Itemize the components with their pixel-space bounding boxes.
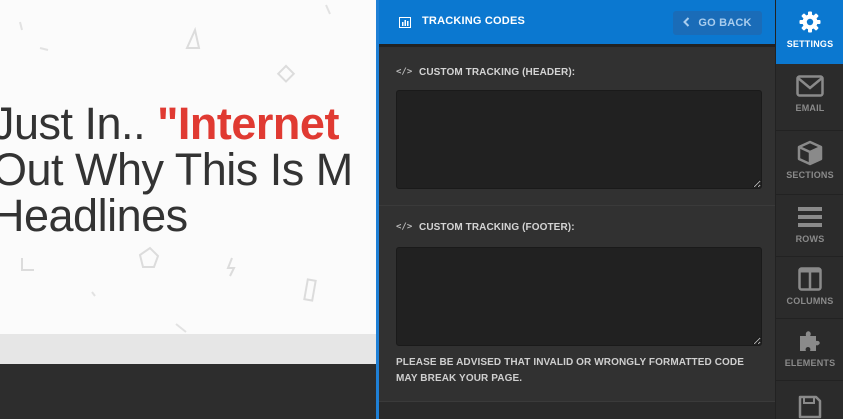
rows-icon bbox=[795, 204, 825, 230]
puzzle-icon bbox=[795, 328, 825, 354]
rail-item-columns[interactable]: COLUMNS bbox=[776, 257, 843, 319]
rail-label: SECTIONS bbox=[786, 170, 834, 180]
code-icon: </> bbox=[396, 222, 413, 232]
columns-icon bbox=[795, 266, 825, 292]
builder-rail: SETTINGS EMAIL SECTIONS ROWS COLUMNS ELE… bbox=[775, 0, 843, 419]
rail-item-settings[interactable]: SETTINGS bbox=[776, 0, 843, 64]
rail-label: COLUMNS bbox=[786, 296, 834, 306]
header-tracking-textarea[interactable] bbox=[396, 90, 762, 189]
chart-icon bbox=[399, 15, 411, 33]
rail-item-rows[interactable]: ROWS bbox=[776, 195, 843, 257]
panel-footer bbox=[379, 401, 775, 419]
headline-highlight: "Internet bbox=[157, 98, 339, 149]
code-icon: </> bbox=[396, 67, 413, 77]
rail-item-elements[interactable]: ELEMENTS bbox=[776, 319, 843, 381]
envelope-icon bbox=[795, 73, 825, 99]
cube-icon bbox=[795, 140, 825, 166]
rail-item-save[interactable] bbox=[776, 381, 843, 419]
panel-header: TRACKING CODES GO BACK bbox=[379, 0, 775, 44]
canvas-divider-strip bbox=[0, 334, 376, 364]
page-canvas[interactable]: Just In.. "Internet Out Why This Is M He… bbox=[0, 0, 376, 364]
headline-line-2: Out Why This Is M bbox=[0, 144, 353, 195]
footer-tracking-textarea[interactable] bbox=[396, 247, 762, 346]
header-tracking-section: </> CUSTOM TRACKING (HEADER): bbox=[379, 44, 775, 205]
save-icon bbox=[795, 395, 825, 419]
rail-label: SETTINGS bbox=[786, 39, 834, 49]
rail-label: ROWS bbox=[795, 234, 825, 244]
canvas-bottom-bar bbox=[0, 364, 376, 419]
rail-item-sections[interactable]: SECTIONS bbox=[776, 131, 843, 195]
canvas-section[interactable]: Just In.. "Internet Out Why This Is M He… bbox=[0, 0, 376, 334]
panel-title: TRACKING CODES bbox=[422, 15, 526, 27]
go-back-label: GO BACK bbox=[698, 17, 752, 29]
headline-line-1: Just In.. "Internet bbox=[0, 101, 339, 147]
chevron-left-icon bbox=[683, 16, 690, 30]
rail-label: EMAIL bbox=[795, 103, 825, 113]
footer-tracking-label: CUSTOM TRACKING (FOOTER): bbox=[419, 222, 575, 233]
headline-line-3: Headlines bbox=[0, 190, 188, 241]
rail-label: ELEMENTS bbox=[784, 358, 836, 368]
tracking-codes-panel: TRACKING CODES GO BACK </> CUSTOM TRACKI… bbox=[376, 0, 775, 419]
warning-text: PLEASE BE ADVISED THAT INVALID OR WRONGL… bbox=[396, 357, 745, 384]
footer-tracking-section: </> CUSTOM TRACKING (FOOTER): PLEASE BE … bbox=[379, 205, 775, 401]
rail-item-email[interactable]: EMAIL bbox=[776, 64, 843, 131]
go-back-button[interactable]: GO BACK bbox=[673, 11, 762, 35]
headline-text: Just In.. bbox=[0, 98, 158, 149]
header-tracking-label: CUSTOM TRACKING (HEADER): bbox=[419, 67, 576, 78]
gear-icon bbox=[795, 9, 825, 35]
